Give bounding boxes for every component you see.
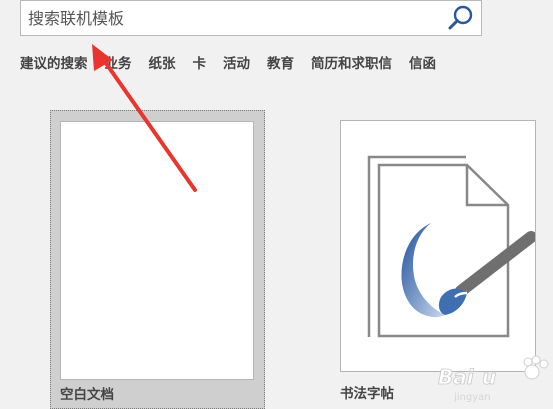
search-icon (448, 5, 473, 30)
svg-text:Bai: Bai (438, 365, 475, 389)
category-business[interactable]: 业务 (105, 52, 132, 72)
suggested-categories: 建议的搜索 业务 纸张 卡 活动 教育 简历和求职信 信函 (20, 52, 436, 72)
category-resume[interactable]: 简历和求职信 (311, 52, 392, 72)
category-letter[interactable]: 信函 (409, 52, 436, 72)
watermark-logo: Bai u jingyan (438, 355, 549, 403)
search-box (20, 0, 482, 36)
search-button[interactable] (441, 1, 481, 35)
template-thumbnail (340, 120, 536, 372)
category-event[interactable]: 活动 (223, 52, 250, 72)
category-education[interactable]: 教育 (267, 52, 294, 72)
template-label: 书法字帖 (340, 386, 394, 402)
svg-text:jingyan: jingyan (453, 392, 491, 403)
category-paper[interactable]: 纸张 (149, 52, 176, 72)
search-input[interactable] (21, 1, 441, 35)
template-thumbnail (60, 121, 254, 380)
template-label: 空白文档 (60, 387, 114, 403)
category-suggested[interactable]: 建议的搜索 (20, 52, 88, 72)
category-card[interactable]: 卡 (193, 52, 207, 72)
calligraphy-document-icon (367, 155, 535, 338)
template-blank-document[interactable]: 空白文档 (50, 110, 265, 409)
svg-text:u: u (482, 365, 496, 389)
